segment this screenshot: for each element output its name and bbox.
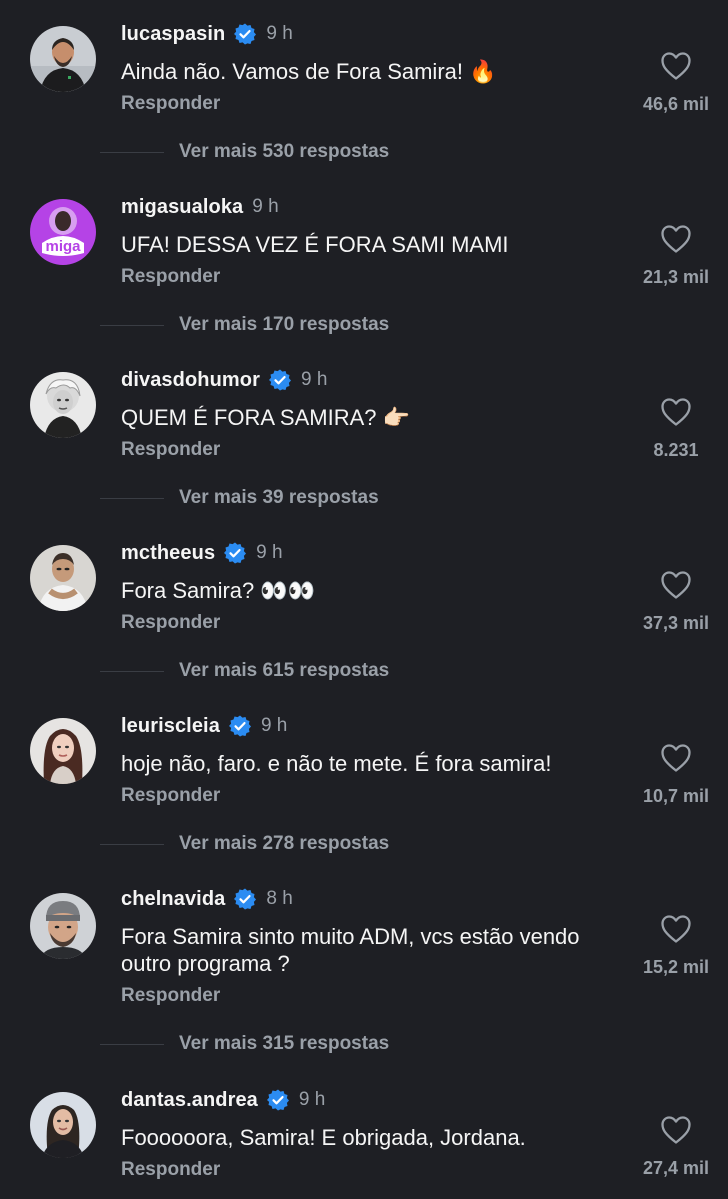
- view-more-replies-label: Ver mais 530 respostas: [179, 141, 390, 162]
- comment-header: lucaspasin 9 h: [121, 20, 293, 48]
- avatar[interactable]: [30, 545, 96, 611]
- like-group: 46,6 mil: [616, 51, 728, 115]
- avatar[interactable]: miga: [30, 199, 96, 265]
- reply-button[interactable]: Responder: [121, 785, 220, 807]
- view-more-replies-button[interactable]: Ver mais 530 respostas: [100, 141, 389, 163]
- avatar[interactable]: [30, 26, 96, 92]
- like-group: 10,7 mil: [616, 743, 728, 807]
- divider: [100, 670, 164, 672]
- like-group: 15,2 mil: [616, 914, 728, 978]
- avatar[interactable]: [30, 893, 96, 959]
- username[interactable]: dantas.andrea: [121, 1089, 258, 1112]
- username[interactable]: divasdohumor: [121, 369, 260, 392]
- heart-icon[interactable]: [660, 570, 692, 600]
- username[interactable]: chelnavida: [121, 888, 225, 911]
- comment-text: Foooooora, Samira! E obrigada, Jordana.: [121, 1125, 526, 1150]
- like-count: 37,3 mil: [642, 613, 710, 633]
- reply-button[interactable]: Responder: [121, 985, 220, 1007]
- username[interactable]: lucaspasin: [121, 23, 225, 46]
- view-more-replies-button[interactable]: Ver mais 315 respostas: [100, 1033, 389, 1055]
- timestamp: 9 h: [256, 542, 283, 563]
- view-more-replies-button[interactable]: Ver mais 278 respostas: [100, 833, 389, 855]
- timestamp: 9 h: [266, 23, 293, 44]
- svg-text:miga: miga: [45, 238, 81, 255]
- comment-header: dantas.andrea 9 h: [121, 1086, 325, 1114]
- heart-icon[interactable]: [660, 224, 692, 254]
- avatar[interactable]: [30, 372, 96, 438]
- username[interactable]: leuriscleia: [121, 715, 220, 738]
- comment-header: divasdohumor 9 h: [121, 366, 327, 394]
- view-more-replies-button[interactable]: Ver mais 39 respostas: [100, 487, 379, 509]
- heart-icon[interactable]: [660, 397, 692, 427]
- timestamp: 9 h: [301, 369, 328, 390]
- comment-header: migasualoka 9 h: [121, 193, 279, 221]
- heart-icon[interactable]: [660, 743, 692, 773]
- comment-header: leuriscleia 9 h: [121, 712, 287, 740]
- divider: [100, 497, 164, 499]
- heart-icon[interactable]: [660, 51, 692, 81]
- like-count: 27,4 mil: [642, 1158, 710, 1178]
- divider: [100, 843, 164, 845]
- timestamp: 9 h: [298, 1089, 326, 1110]
- reply-button[interactable]: Responder: [121, 439, 220, 461]
- comment-text: QUEM É FORA SAMIRA? 👉🏻: [121, 405, 410, 430]
- view-more-replies-button[interactable]: Ver mais 170 respostas: [100, 314, 389, 336]
- verified-badge-icon: [223, 541, 247, 565]
- avatar[interactable]: [30, 718, 96, 784]
- verified-badge-icon: [228, 714, 252, 738]
- verified-badge-icon: [233, 22, 257, 46]
- reply-button[interactable]: Responder: [121, 93, 220, 115]
- comment-text: Ainda não. Vamos de Fora Samira! 🔥: [121, 59, 497, 84]
- view-more-replies-label: Ver mais 39 respostas: [179, 487, 379, 508]
- verified-badge-icon: [266, 1088, 290, 1112]
- like-group: 37,3 mil: [616, 570, 728, 634]
- view-more-replies-button[interactable]: Ver mais 615 respostas: [100, 660, 389, 682]
- comment-text: hoje não, faro. e não te mete. É fora sa…: [121, 751, 552, 776]
- view-more-replies-label: Ver mais 278 respostas: [179, 833, 390, 854]
- username[interactable]: mctheeus: [121, 542, 215, 565]
- heart-icon[interactable]: [660, 1115, 692, 1145]
- like-count: 8.231: [653, 440, 699, 460]
- divider: [100, 151, 164, 153]
- reply-button[interactable]: Responder: [121, 1159, 220, 1181]
- divider: [100, 324, 164, 326]
- comment-text: Fora Samira sinto muito ADM, vcs estão v…: [121, 924, 580, 976]
- comments-list: lucaspasin 9 h Ainda não. Vamos de Fora …: [0, 0, 728, 1199]
- timestamp: 9 h: [252, 196, 279, 217]
- like-count: 46,6 mil: [642, 94, 710, 114]
- timestamp: 8 h: [266, 888, 293, 909]
- username[interactable]: migasualoka: [121, 196, 243, 219]
- reply-button[interactable]: Responder: [121, 266, 220, 288]
- view-more-replies-label: Ver mais 315 respostas: [179, 1033, 390, 1054]
- like-group: 27,4 mil: [616, 1115, 728, 1179]
- comment-text: UFA! DESSA VEZ É FORA SAMI MAMI: [121, 232, 509, 257]
- view-more-replies-label: Ver mais 170 respostas: [179, 314, 390, 335]
- like-count: 10,7 mil: [642, 786, 710, 806]
- avatar[interactable]: [30, 1092, 96, 1158]
- comment-header: mctheeus 9 h: [121, 539, 283, 567]
- reply-button[interactable]: Responder: [121, 612, 220, 634]
- comment-header: chelnavida 8 h: [121, 885, 293, 913]
- divider: [100, 1043, 164, 1045]
- comment-text: Fora Samira? 👀👀: [121, 578, 316, 603]
- heart-icon[interactable]: [660, 914, 692, 944]
- like-count: 15,2 mil: [642, 957, 710, 977]
- like-count: 21,3 mil: [642, 267, 710, 287]
- like-group: 8.231: [616, 397, 728, 461]
- like-group: 21,3 mil: [616, 224, 728, 288]
- timestamp: 9 h: [260, 715, 288, 736]
- view-more-replies-label: Ver mais 615 respostas: [179, 660, 390, 681]
- verified-badge-icon: [268, 368, 292, 392]
- verified-badge-icon: [233, 887, 257, 911]
